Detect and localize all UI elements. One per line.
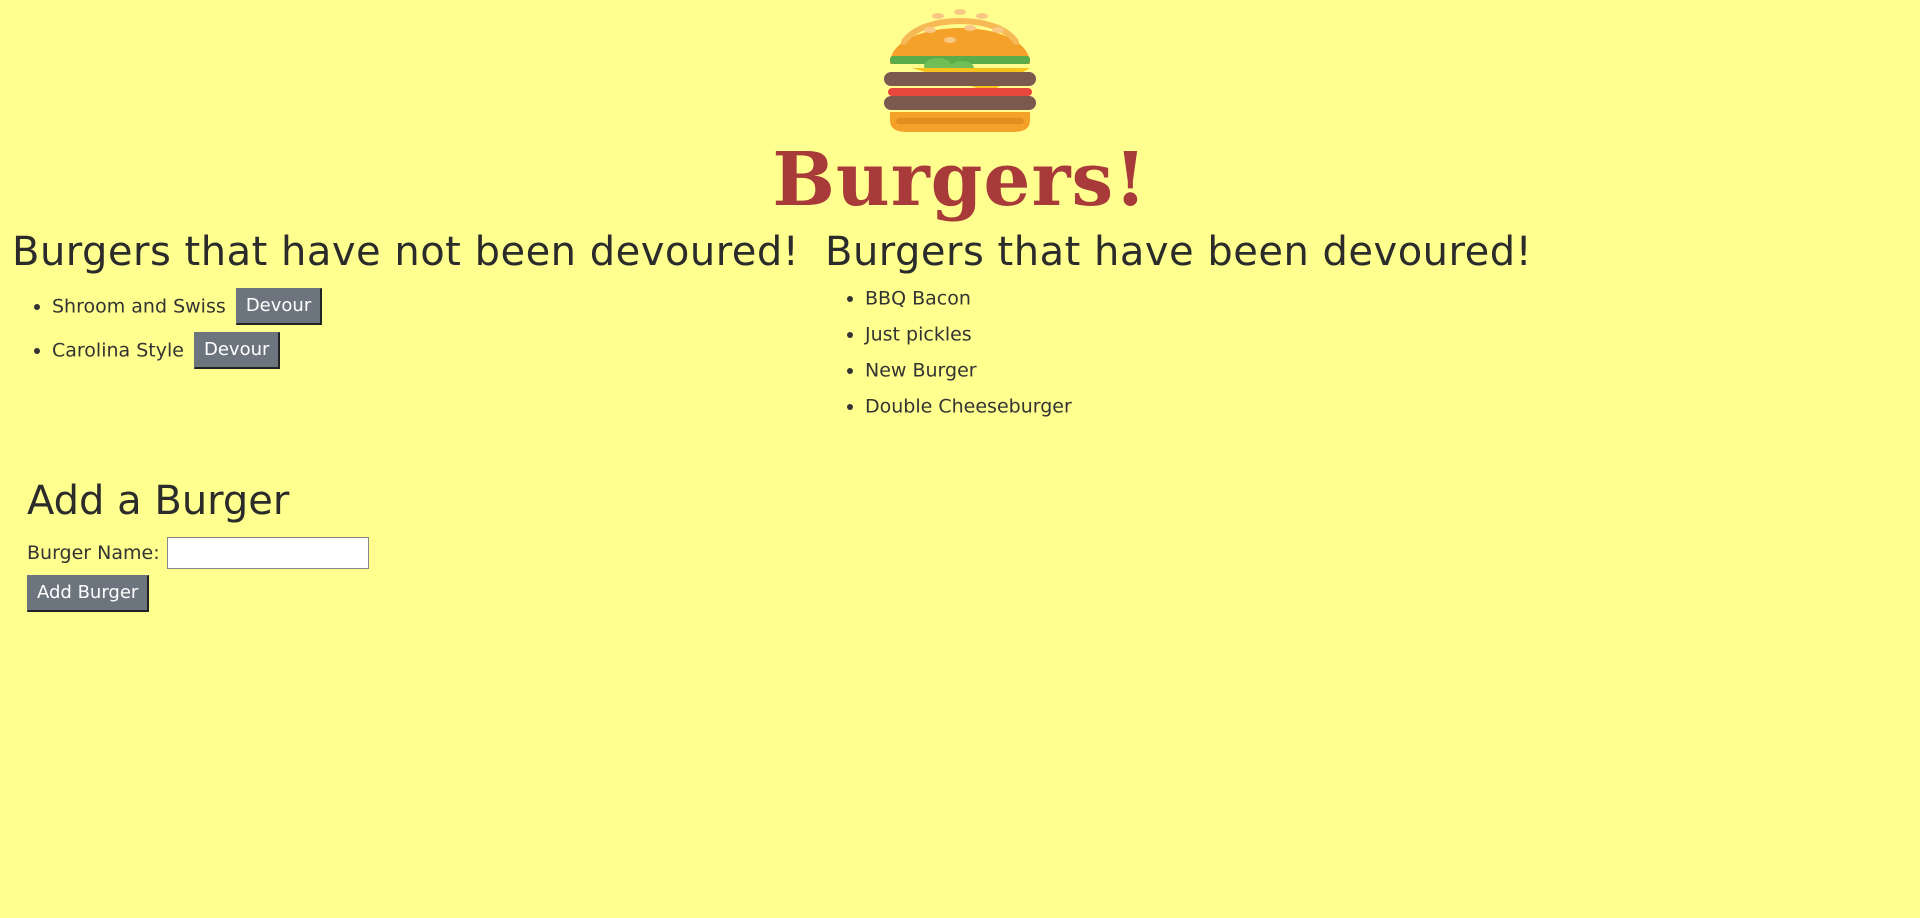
add-burger-button[interactable]: Add Burger	[27, 575, 150, 612]
burger-name: BBQ Bacon	[865, 287, 971, 310]
burger-name: Double Cheeseburger	[865, 395, 1072, 418]
burger-name-input[interactable]	[166, 537, 369, 569]
not-devoured-list: Shroom and Swiss Devour Carolina Style D…	[12, 284, 799, 372]
add-burger-form: Add a Burger Burger Name: Add Burger	[27, 474, 369, 612]
devoured-heading: Burgers that have been devoured!	[825, 229, 1533, 275]
not-devoured-heading: Burgers that have not been devoured!	[12, 229, 800, 275]
list-item: Double Cheeseburger	[865, 388, 1532, 424]
devoured-list: BBQ Bacon Just pickles New Burger Double…	[825, 280, 1532, 424]
add-burger-heading: Add a Burger	[27, 478, 290, 524]
burger-name: New Burger	[865, 359, 977, 382]
burger-name: Carolina Style	[52, 339, 184, 362]
devour-button[interactable]: Devour	[235, 288, 323, 325]
site-title: Burgers!	[772, 137, 1148, 223]
page: Burgers! Burgers that have not been devo…	[0, 0, 1920, 918]
list-item: BBQ Bacon	[865, 280, 1532, 316]
list-item: Shroom and Swiss Devour	[52, 284, 799, 328]
burger-name: Just pickles	[865, 323, 972, 346]
list-item: Just pickles	[865, 316, 1532, 352]
devoured-section: Burgers that have been devoured! BBQ Bac…	[825, 226, 1532, 424]
burger-name-row: Burger Name:	[27, 534, 369, 572]
devour-button[interactable]: Devour	[193, 332, 281, 369]
burger-name: Shroom and Swiss	[52, 295, 226, 318]
burger-name-label: Burger Name:	[27, 542, 160, 564]
list-item: Carolina Style Devour	[52, 328, 799, 372]
not-devoured-section: Burgers that have not been devoured! Shr…	[12, 226, 799, 372]
hamburger-icon	[884, 9, 1036, 132]
list-item: New Burger	[865, 352, 1532, 388]
